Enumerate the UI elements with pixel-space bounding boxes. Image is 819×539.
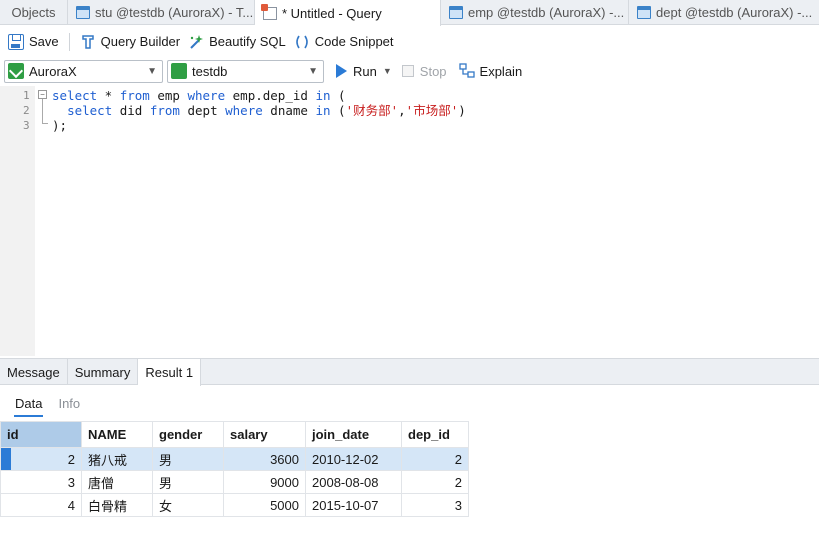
table-row[interactable]: 4 白骨精 女 5000 2015-10-07 3: [0, 493, 469, 517]
toolbar-divider: [68, 32, 70, 51]
cell-join-date[interactable]: 2008-08-08: [305, 470, 402, 494]
chevron-down-icon: ▼: [147, 65, 157, 77]
cell-dep-id[interactable]: 2: [401, 470, 469, 494]
tab-emp-table[interactable]: emp @testdb (AuroraX) -...: [441, 0, 629, 25]
sql-editor[interactable]: 1 2 3 − select * from emp where emp.dep_…: [0, 86, 819, 356]
run-label: Run: [353, 63, 377, 79]
tab-objects[interactable]: Objects: [0, 0, 68, 25]
save-label: Save: [29, 34, 59, 49]
explain-icon: [458, 63, 475, 78]
column-header-id[interactable]: id: [0, 421, 82, 448]
stop-icon: [401, 65, 414, 77]
cell-dep-id[interactable]: 3: [401, 493, 469, 517]
connection-select[interactable]: AuroraX ▼: [4, 59, 163, 83]
table-row[interactable]: 3 唐僧 男 9000 2008-08-08 2: [0, 470, 469, 494]
column-header-gender[interactable]: gender: [152, 421, 224, 448]
cell-id[interactable]: 3: [0, 470, 82, 494]
tab-label: Objects: [11, 5, 56, 20]
column-header-salary[interactable]: salary: [223, 421, 306, 448]
tab-label: emp @testdb (AuroraX) -...: [468, 5, 625, 20]
cell-join-date[interactable]: 2010-12-02: [305, 447, 402, 471]
save-button[interactable]: Save: [4, 30, 63, 54]
tab-dept-table[interactable]: dept @testdb (AuroraX) -...: [629, 0, 819, 25]
line-number: 2: [23, 104, 30, 117]
grid-header-row: id NAME gender salary join_date dep_id: [0, 421, 469, 448]
cell-salary[interactable]: 3600: [223, 447, 306, 471]
line-number-gutter: 1 2 3: [0, 86, 35, 356]
query-builder-icon: [81, 34, 94, 49]
tab-stu-table[interactable]: stu @testdb (AuroraX) - T...: [68, 0, 255, 25]
connection-value: AuroraX: [29, 63, 77, 79]
play-icon: [336, 64, 347, 78]
tab-summary[interactable]: Summary: [68, 359, 139, 385]
tab-data[interactable]: Data: [14, 390, 44, 417]
result-tab-bar: Message Summary Result 1: [0, 358, 819, 386]
line-number: 1: [23, 89, 30, 102]
tab-label: stu @testdb (AuroraX) - T...: [95, 5, 254, 20]
cell-id[interactable]: 4: [0, 493, 82, 517]
column-header-join-date[interactable]: join_date: [305, 421, 402, 448]
database-value: testdb: [192, 63, 228, 79]
result-subtab-bar: Data Info: [0, 387, 819, 419]
tab-info[interactable]: Info: [57, 390, 81, 417]
save-icon: [8, 33, 24, 50]
document-tab-bar: Objects stu @testdb (AuroraX) - T... * U…: [0, 0, 819, 26]
code-snippet-button[interactable]: Code Snippet: [290, 30, 398, 54]
cell-name[interactable]: 白骨精: [81, 493, 153, 517]
cell-gender[interactable]: 女: [152, 493, 224, 517]
table-row[interactable]: 2 猪八戒 男 3600 2010-12-02 2: [0, 447, 469, 471]
fold-toggle-icon[interactable]: −: [38, 90, 47, 99]
database-select[interactable]: testdb ▼: [167, 59, 324, 83]
cell-value: 2: [67, 451, 75, 467]
chevron-down-icon[interactable]: ▼: [383, 66, 392, 76]
query-icon: [261, 3, 277, 20]
tab-label: dept @testdb (AuroraX) -...: [656, 5, 813, 20]
query-toolbar: Save Query Builder Beautify SQL Code Sni…: [0, 26, 819, 57]
query-builder-label: Query Builder: [100, 34, 181, 49]
connection-toolbar: AuroraX ▼ testdb ▼ Run ▼ Stop Explain: [0, 58, 819, 84]
magic-wand-icon: [190, 34, 204, 49]
tab-message[interactable]: Message: [0, 359, 68, 385]
query-builder-button[interactable]: Query Builder: [76, 30, 184, 54]
row-selection-marker: [1, 448, 11, 470]
database-icon: [171, 63, 187, 79]
connection-icon: [8, 63, 24, 79]
beautify-sql-label: Beautify SQL: [209, 34, 286, 49]
cell-salary[interactable]: 5000: [223, 493, 306, 517]
cell-gender[interactable]: 男: [152, 447, 224, 471]
column-header-name[interactable]: NAME: [81, 421, 153, 448]
beautify-sql-button[interactable]: Beautify SQL: [184, 30, 290, 54]
stop-label: Stop: [419, 63, 447, 79]
cell-name[interactable]: 唐僧: [81, 470, 153, 494]
stop-button[interactable]: Stop: [398, 59, 451, 83]
cell-join-date[interactable]: 2015-10-07: [305, 493, 402, 517]
table-icon: [449, 6, 463, 19]
line-number: 3: [23, 119, 30, 132]
sql-code[interactable]: select * from emp where emp.dep_id in ( …: [52, 88, 466, 133]
run-button[interactable]: Run ▼: [332, 59, 396, 83]
tab-untitled-query[interactable]: * Untitled - Query: [255, 0, 441, 26]
explain-label: Explain: [479, 63, 523, 79]
cell-dep-id[interactable]: 2: [401, 447, 469, 471]
tab-result-1[interactable]: Result 1: [138, 359, 202, 386]
fold-guide-end: [42, 123, 48, 124]
cell-salary[interactable]: 9000: [223, 470, 306, 494]
column-header-dep-id[interactable]: dep_id: [401, 421, 469, 448]
result-grid[interactable]: id NAME gender salary join_date dep_id 2…: [0, 421, 469, 517]
code-snippet-icon: [295, 35, 308, 48]
fold-guide: [42, 99, 43, 123]
table-icon: [637, 6, 651, 19]
cell-name[interactable]: 猪八戒: [81, 447, 153, 471]
code-snippet-label: Code Snippet: [314, 34, 394, 49]
chevron-down-icon: ▼: [308, 65, 318, 77]
cell-id[interactable]: 2: [0, 447, 82, 471]
explain-button[interactable]: Explain: [455, 59, 527, 83]
cell-gender[interactable]: 男: [152, 470, 224, 494]
tab-label: * Untitled - Query: [282, 5, 382, 21]
table-icon: [76, 6, 90, 19]
